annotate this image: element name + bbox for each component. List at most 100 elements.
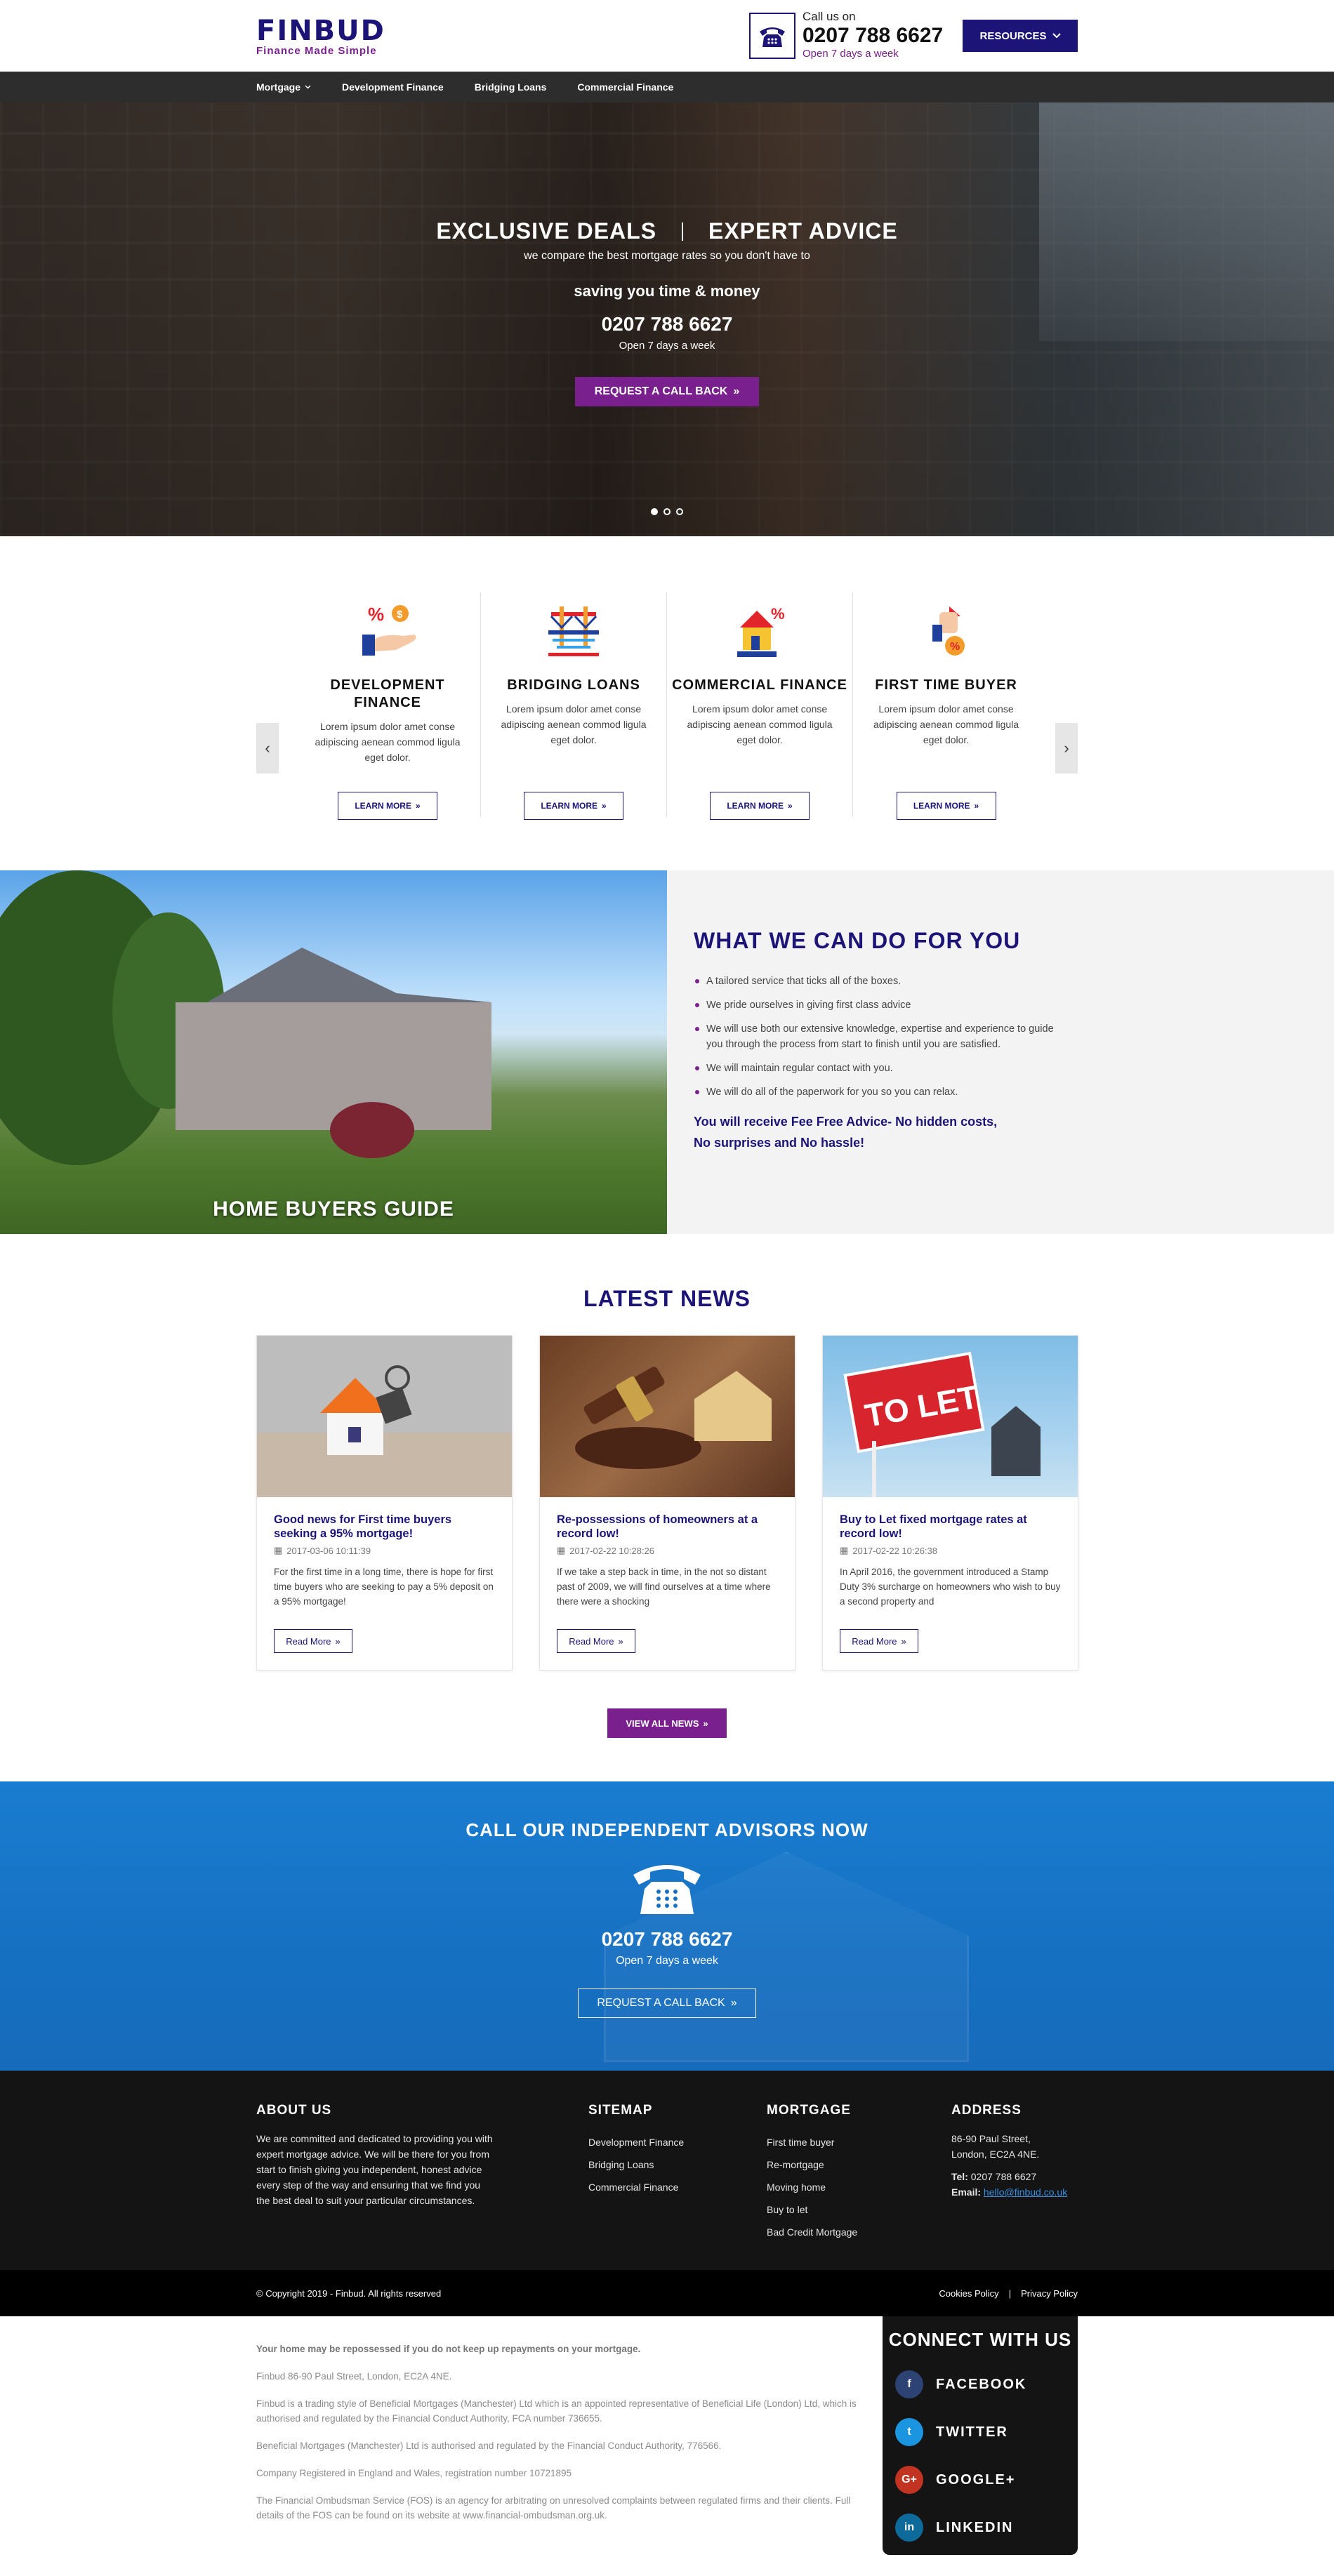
shrub-image <box>330 1102 414 1158</box>
nav-item-mortgage[interactable]: Mortgage <box>256 81 311 93</box>
hero-title-divider <box>682 222 684 241</box>
learn-more-button[interactable]: LEARN MORE » <box>896 792 996 820</box>
footer-about: ABOUT US We are committed and dedicated … <box>256 2103 495 2208</box>
chevron-right-icon: › <box>1064 739 1069 757</box>
news-excerpt: For the first time in a long time, there… <box>274 1567 494 1607</box>
chevron-down-icon <box>1052 33 1061 39</box>
footer-link[interactable]: Bad Credit Mortgage <box>767 2221 857 2243</box>
svg-text:$: $ <box>397 609 403 620</box>
legal-trading: Finbud is a trading style of Beneficial … <box>256 2398 857 2424</box>
news-excerpt: If we take a step back in time, in the n… <box>557 1567 771 1607</box>
news-image[interactable] <box>257 1336 512 1497</box>
learn-more-label: LEARN MORE <box>355 801 411 811</box>
footer-link[interactable]: Buy to let <box>767 2198 857 2221</box>
fee-free-note-line: No surprises and No hassle! <box>694 1136 865 1150</box>
what-we-do-content: WHAT WE CAN DO FOR YOU A tailored servic… <box>667 870 1334 1234</box>
svg-text:%: % <box>950 641 960 653</box>
footer-heading: SITEMAP <box>588 2103 653 2118</box>
news-image[interactable]: TO LET <box>823 1336 1078 1497</box>
google-plus-icon: G+ <box>895 2466 923 2494</box>
footer-heading: ADDRESS <box>951 2103 1022 2118</box>
news-date-text: 2017-02-22 10:26:38 <box>852 1545 938 1556</box>
carousel-next-button[interactable]: › <box>1055 723 1078 774</box>
hand-house-icon: % <box>908 592 985 670</box>
phone-icon <box>749 13 795 59</box>
footer-link[interactable]: Re-mortgage <box>767 2153 857 2176</box>
nav-item-bridging-loans[interactable]: Bridging Loans <box>475 81 547 93</box>
svg-text:%: % <box>368 604 384 625</box>
email-link[interactable]: hello@finbud.co.uk <box>984 2186 1067 2198</box>
section-title: LATEST NEWS <box>583 1286 751 1311</box>
news-card: Re-possessions of homeowners at a record… <box>539 1335 795 1671</box>
privacy-policy-link[interactable]: Privacy Policy <box>1021 2288 1078 2299</box>
news-date: ▦ 2017-03-06 10:11:39 <box>274 1545 495 1556</box>
learn-more-button[interactable]: LEARN MORE » <box>524 792 624 820</box>
fee-free-note: You will receive Fee Free Advice- No hid… <box>694 1111 1087 1153</box>
social-link-google-plus[interactable]: G+ GOOGLE+ <box>895 2466 1078 2494</box>
service-text: Lorem ipsum dolor amet conse adipiscing … <box>501 703 647 745</box>
learn-more-button[interactable]: LEARN MORE » <box>710 792 810 820</box>
double-chevron-right-icon: » <box>901 1635 906 1647</box>
news-image[interactable] <box>540 1336 795 1497</box>
service-title: FIRST TIME BUYER <box>875 677 1017 693</box>
footer-link[interactable]: Development Finance <box>588 2131 684 2153</box>
slider-dot[interactable] <box>663 508 671 515</box>
slider-dot[interactable] <box>676 508 683 515</box>
svg-text:%: % <box>771 605 785 623</box>
hero-title: EXCLUSIVE DEALS EXPERT ADVICE <box>0 218 1334 244</box>
header-call-info: Call us on 0207 788 6627 Open 7 days a w… <box>803 10 943 60</box>
service-text: Lorem ipsum dolor amet conse adipiscing … <box>687 703 833 745</box>
list-item: We will use both our extensive knowledge… <box>694 1021 1073 1052</box>
double-chevron-right-icon: » <box>415 801 421 811</box>
nav-item-development-finance[interactable]: Development Finance <box>342 81 444 93</box>
double-chevron-right-icon: » <box>618 1635 623 1647</box>
what-we-do-section: HOME BUYERS GUIDE WHAT WE CAN DO FOR YOU… <box>0 870 1334 1234</box>
home-buyers-guide-banner[interactable]: HOME BUYERS GUIDE <box>0 870 667 1234</box>
double-chevron-right-icon: » <box>788 801 793 811</box>
twitter-icon: t <box>895 2418 923 2446</box>
header-phone-number[interactable]: 0207 788 6627 <box>803 24 943 48</box>
news-title[interactable]: Re-possessions of homeowners at a record… <box>557 1513 778 1541</box>
email-label: Email: <box>951 2186 982 2198</box>
resources-button[interactable]: RESOURCES <box>963 20 1078 52</box>
hero-request-callback-button[interactable]: REQUEST A CALL BACK » <box>574 377 760 406</box>
logo[interactable]: FINBUD Finance Made Simple <box>256 17 385 57</box>
cookies-policy-link[interactable]: Cookies Policy <box>939 2288 998 2299</box>
call-open-hours: Open 7 days a week <box>803 48 899 60</box>
social-link-facebook[interactable]: f FACEBOOK <box>895 2370 1078 2398</box>
view-all-label: VIEW ALL NEWS <box>626 1718 699 1729</box>
news-title[interactable]: Buy to Let fixed mortgage rates at recor… <box>840 1513 1061 1541</box>
legal-disclaimer: Your home may be repossessed if you do n… <box>256 2342 860 2535</box>
read-more-button[interactable]: Read More » <box>840 1629 918 1653</box>
tel-label: Tel: <box>951 2171 968 2182</box>
news-card: TO LET Buy to Let fixed mortgage rates a… <box>822 1335 1078 1671</box>
hero-button-label: REQUEST A CALL BACK <box>594 385 728 397</box>
service-card-bridging-loans: BRIDGING LOANS Lorem ipsum dolor amet co… <box>481 592 668 820</box>
footer-link[interactable]: Bridging Loans <box>588 2153 684 2176</box>
social-link-linkedin[interactable]: in LINKEDIN <box>895 2514 1078 2542</box>
carousel-prev-button[interactable]: ‹ <box>256 723 279 774</box>
call-advisors-section: CALL OUR INDEPENDENT ADVISORS NOW 0207 7… <box>0 1781 1334 2071</box>
repossession-warning: Your home may be repossessed if you do n… <box>256 2344 641 2354</box>
footer-link[interactable]: Moving home <box>767 2176 857 2198</box>
footer-link[interactable]: First time buyer <box>767 2131 857 2153</box>
view-all-news-button[interactable]: VIEW ALL NEWS » <box>607 1708 727 1738</box>
learn-more-button[interactable]: LEARN MORE » <box>338 792 437 820</box>
slider-dot[interactable] <box>651 508 658 515</box>
footer-link[interactable]: Commercial Finance <box>588 2176 684 2198</box>
tel-number[interactable]: 0207 788 6627 <box>971 2171 1036 2182</box>
news-title[interactable]: Good news for First time buyers seeking … <box>274 1513 495 1541</box>
read-more-button[interactable]: Read More » <box>274 1629 352 1653</box>
chevron-left-icon: ‹ <box>265 739 270 757</box>
social-label: FACEBOOK <box>936 2376 1027 2392</box>
read-more-button[interactable]: Read More » <box>557 1629 635 1653</box>
nav-item-commercial-finance[interactable]: Commercial Finance <box>577 81 673 93</box>
hero-phone-number[interactable]: 0207 788 6627 <box>0 313 1334 336</box>
service-text: Lorem ipsum dolor amet conse adipiscing … <box>873 703 1019 745</box>
learn-more-label: LEARN MORE <box>541 801 597 811</box>
social-link-twitter[interactable]: t TWITTER <box>895 2418 1078 2446</box>
service-card-development-finance: % $ DEVELOPMENT FINANCE Lorem ipsum dolor… <box>295 592 482 820</box>
service-text: Lorem ipsum dolor amet conse adipiscing … <box>315 721 461 763</box>
calendar-icon: ▦ <box>840 1545 849 1555</box>
hero-title-left: EXCLUSIVE DEALS <box>436 218 657 244</box>
